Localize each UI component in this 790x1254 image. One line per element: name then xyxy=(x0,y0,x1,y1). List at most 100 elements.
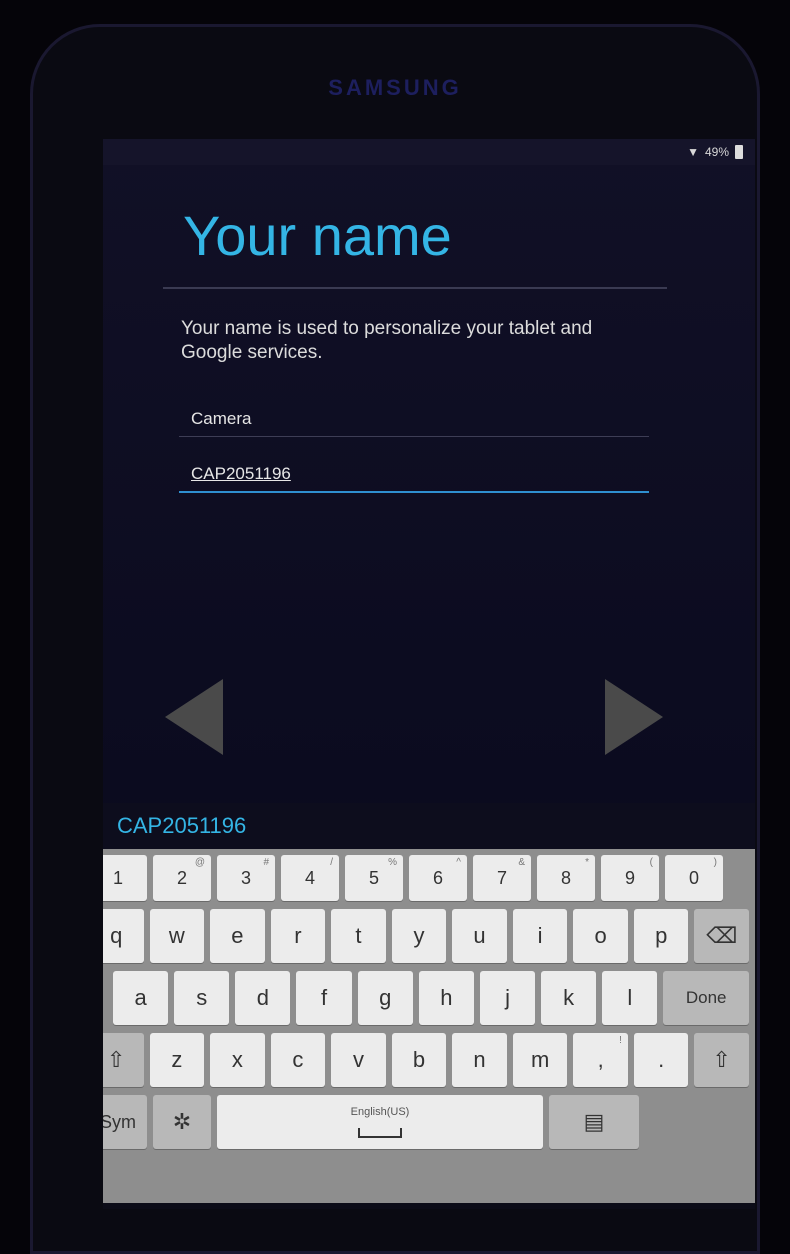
key-w[interactable]: w xyxy=(149,909,205,963)
key-8-alt: * xyxy=(585,857,589,868)
done-button[interactable]: Done xyxy=(663,971,749,1025)
key-5-label: 5 xyxy=(368,867,379,888)
key-t[interactable]: t xyxy=(331,909,386,963)
key-k-label: k xyxy=(563,985,575,1010)
shift-right-icon[interactable]: ⇧ xyxy=(694,1033,750,1087)
suggestion-word[interactable]: CAP2051196 xyxy=(117,813,246,839)
key-0[interactable]: 0) xyxy=(665,855,723,901)
title-divider xyxy=(163,287,667,289)
page-title: Your name xyxy=(183,204,452,267)
key-i[interactable]: i xyxy=(512,909,568,963)
key-period[interactable]: . xyxy=(633,1033,689,1087)
key-d-label: d xyxy=(256,985,270,1010)
key-k[interactable]: k xyxy=(541,971,597,1025)
key-m[interactable]: m xyxy=(512,1033,568,1087)
key-8[interactable]: 8 * xyxy=(537,855,595,901)
arrow-left-icon[interactable] xyxy=(165,679,223,755)
key-4-label: 4 xyxy=(304,867,315,888)
shift-left-icon-label: ⇧ xyxy=(107,1047,126,1072)
space-language-label: English(US) xyxy=(350,1106,410,1118)
key-z-label: z xyxy=(171,1047,183,1072)
key-l-label: l xyxy=(627,985,633,1010)
key-n[interactable]: n xyxy=(452,1033,507,1087)
key-g-label: g xyxy=(379,985,392,1010)
sym-key[interactable]: Sym xyxy=(103,1095,147,1149)
key-6-label: 6 xyxy=(432,867,443,888)
backspace-icon-label: ⌫ xyxy=(706,923,738,948)
key-v-label: v xyxy=(352,1047,364,1072)
space-bar-icon xyxy=(358,1128,402,1138)
key-u-label: u xyxy=(473,923,486,948)
key-8-label: 8 xyxy=(560,867,571,888)
first-name-field[interactable]: Camera xyxy=(179,401,649,437)
key-a[interactable]: a xyxy=(113,971,169,1025)
key-b-label: b xyxy=(412,1047,426,1072)
key-v[interactable]: v xyxy=(331,1033,386,1087)
key-e[interactable]: e xyxy=(210,909,265,963)
key-7-label: 7 xyxy=(496,867,507,888)
key-0-alt: ) xyxy=(713,857,717,868)
key-p[interactable]: p xyxy=(633,909,689,963)
shift-left-icon[interactable]: ⇧ xyxy=(103,1033,144,1087)
key-5-alt: % xyxy=(388,857,397,868)
wifi-icon: ▼ xyxy=(687,145,699,159)
key-w-label: w xyxy=(168,923,185,948)
key-7[interactable]: 7 & xyxy=(473,855,531,901)
key-q[interactable]: q xyxy=(103,909,144,963)
key-p-label: p xyxy=(655,923,668,948)
key-m-label: m xyxy=(530,1047,550,1072)
key-period-label: . xyxy=(658,1047,665,1072)
key-s[interactable]: s xyxy=(174,971,230,1025)
key-x[interactable]: x xyxy=(210,1033,265,1087)
key-comma-label: , xyxy=(597,1047,604,1072)
key-z[interactable]: z xyxy=(149,1033,205,1087)
key-7-alt: & xyxy=(518,857,525,868)
key-e-label: e xyxy=(231,923,244,948)
key-j[interactable]: j xyxy=(479,971,536,1025)
space-key[interactable]: English(US) xyxy=(217,1095,543,1149)
key-r-label: r xyxy=(294,923,302,948)
backspace-icon[interactable]: ⌫ xyxy=(694,909,750,963)
key-2-label: 2 xyxy=(176,867,187,888)
key-d[interactable]: d xyxy=(235,971,291,1025)
key-2[interactable]: 2 @ xyxy=(153,855,211,901)
key-6[interactable]: 6 ^ xyxy=(409,855,467,901)
clipboard-icon[interactable]: ▤ xyxy=(549,1095,639,1149)
key-y[interactable]: y xyxy=(391,909,447,963)
key-9-label: 9 xyxy=(624,867,635,888)
settings-icon[interactable]: ✲ xyxy=(153,1095,211,1149)
battery-level: 49% xyxy=(704,145,729,159)
arrow-right-icon[interactable] xyxy=(605,679,663,755)
key-x-label: x xyxy=(231,1047,243,1072)
tablet-frame: SAMSUNG ▼ 49% Your name Your name is use… xyxy=(30,24,760,1254)
key-h-label: h xyxy=(440,985,453,1010)
key-3[interactable]: 3 # xyxy=(217,855,275,901)
battery-icon xyxy=(735,145,743,159)
brand-logo: SAMSUNG xyxy=(328,75,462,100)
last-name-field[interactable]: CAP2051196 xyxy=(179,457,649,493)
key-4[interactable]: 4/ xyxy=(281,855,339,901)
key-o-label: o xyxy=(594,923,607,948)
key-c[interactable]: c xyxy=(270,1033,326,1087)
key-5[interactable]: 5% xyxy=(345,855,403,901)
suggestion-bar[interactable]: CAP2051196 xyxy=(103,803,755,849)
key-h[interactable]: h xyxy=(418,971,474,1025)
shift-right-icon-label: ⇧ xyxy=(712,1047,731,1072)
key-y-label: y xyxy=(413,923,425,948)
key-3-label: 3 xyxy=(240,867,251,888)
key-1-label: 1 xyxy=(112,867,123,888)
key-g[interactable]: g xyxy=(357,971,413,1025)
key-b[interactable]: b xyxy=(391,1033,447,1087)
key-9[interactable]: 9( xyxy=(601,855,659,901)
key-f[interactable]: f xyxy=(296,971,352,1025)
key-1[interactable]: 1 xyxy=(103,855,147,901)
key-0-label: 0 xyxy=(688,867,699,888)
key-s-label: s xyxy=(196,985,208,1010)
key-l[interactable]: l xyxy=(602,971,658,1025)
key-n-label: n xyxy=(473,1047,486,1072)
key-comma[interactable]: ,! xyxy=(573,1033,628,1087)
key-u[interactable]: u xyxy=(452,909,507,963)
key-c-label: c xyxy=(292,1047,304,1072)
key-o[interactable]: o xyxy=(573,909,628,963)
key-r[interactable]: r xyxy=(270,909,326,963)
